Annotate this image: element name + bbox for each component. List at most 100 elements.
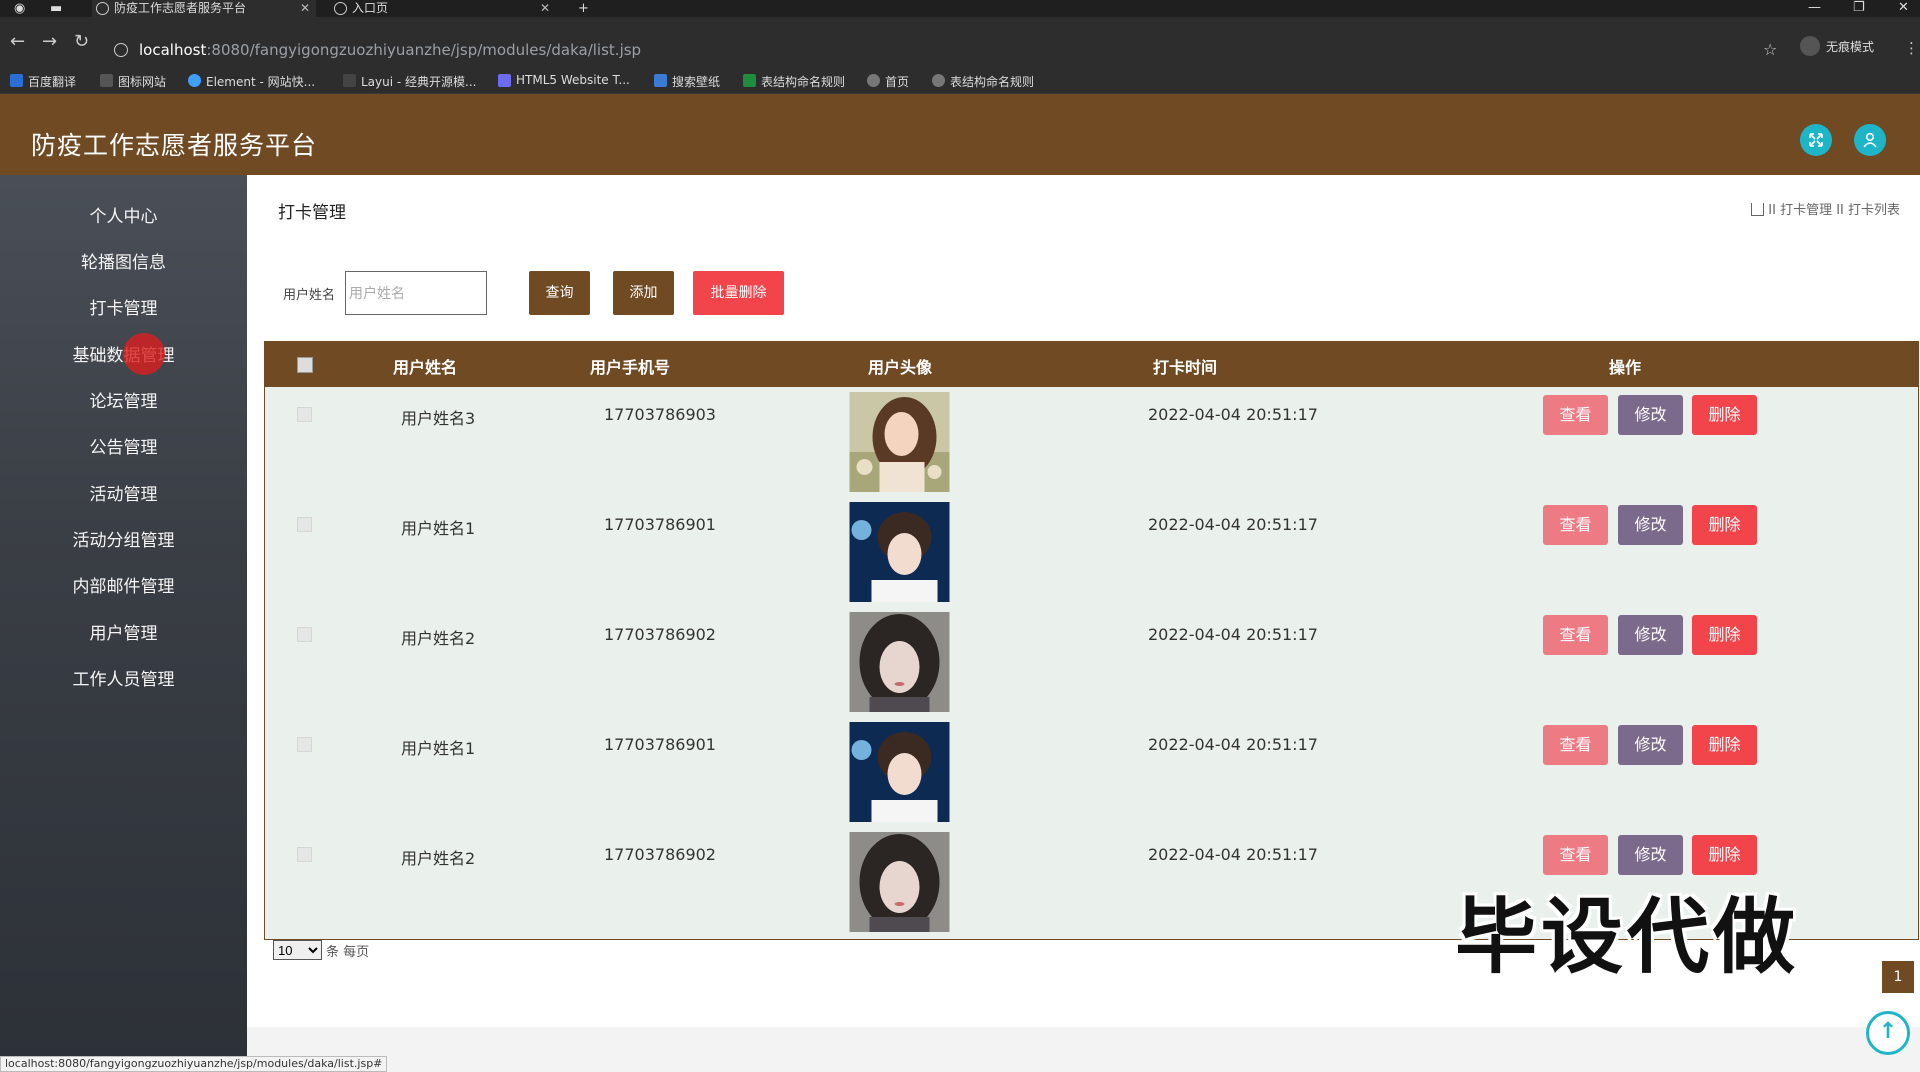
edit-button[interactable]: 修改 (1618, 835, 1683, 875)
row-checkbox[interactable] (297, 517, 312, 532)
search-label: 用户姓名 (283, 288, 336, 303)
browser-tab-active[interactable]: 防疫工作志愿者服务平台 ✕ (92, 0, 316, 17)
username-search-input[interactable] (345, 271, 487, 315)
cell-name: 用户姓名2 (401, 629, 476, 648)
row-checkbox[interactable] (297, 737, 312, 752)
cell-name: 用户姓名1 (401, 519, 476, 538)
bookmark-item[interactable]: 表结构命名规则 (743, 73, 845, 90)
header-time: 打卡时间 (1152, 358, 1217, 377)
reload-icon[interactable]: ↻ (74, 31, 89, 52)
browser-tab-inactive[interactable]: 入口页 ✕ (330, 0, 556, 17)
bookmark-star-icon[interactable]: ☆ (1763, 40, 1777, 59)
row-checkbox[interactable] (297, 627, 312, 642)
back-to-top-button[interactable]: ↑ (1866, 1011, 1910, 1055)
sidebar-item-label: 轮播图信息 (81, 253, 166, 273)
url-field[interactable]: localhost:8080/fangyigongzuozhiyuanzhe/j… (139, 41, 641, 59)
incognito-icon (1800, 36, 1820, 56)
restore-icon[interactable]: ❐ (1853, 0, 1865, 15)
tab-favicon-icon (96, 2, 109, 15)
table-header: 用户姓名 用户手机号 用户头像 打卡时间 操作 (265, 342, 1918, 387)
cell-phone: 17703786902 (604, 845, 716, 864)
watermark-text: 毕设代做 (1455, 890, 1800, 985)
minimize-icon[interactable]: — (1808, 0, 1821, 15)
sidebar-item-label: 工作人员管理 (72, 670, 175, 690)
header-phone: 用户手机号 (589, 358, 670, 377)
browser-more-icon[interactable]: ⋮ (1904, 39, 1919, 57)
sidebar-item-checkin[interactable]: 打卡管理 (0, 289, 247, 329)
bookmark-item[interactable]: 首页 (867, 73, 909, 90)
sidebar-item-activity-group[interactable]: 活动分组管理 (0, 521, 247, 561)
url-path: :8080/fangyigongzuozhiyuanzhe/jsp/module… (206, 41, 642, 59)
sidebar-item-users[interactable]: 用户管理 (0, 614, 247, 654)
page-size-label: 条 每页 (326, 945, 370, 960)
cell-time: 2022-04-04 20:51:17 (1148, 845, 1318, 864)
wallpaper-icon (654, 74, 667, 87)
select-all-checkbox[interactable] (297, 357, 313, 373)
edit-button[interactable]: 修改 (1618, 615, 1683, 655)
view-button[interactable]: 查看 (1543, 725, 1608, 765)
edit-button[interactable]: 修改 (1618, 725, 1683, 765)
bookmark-label: Layui - 经典开源模... (361, 75, 477, 89)
delete-button[interactable]: 删除 (1692, 615, 1757, 655)
delete-button[interactable]: 删除 (1692, 835, 1757, 875)
sidebar-item-personal-center[interactable]: 个人中心 (0, 197, 247, 237)
bookmark-item[interactable]: 图标网站 (100, 73, 166, 90)
view-button[interactable]: 查看 (1543, 505, 1608, 545)
sidebar-item-activity[interactable]: 活动管理 (0, 475, 247, 515)
html5-icon (498, 74, 511, 87)
sidebar-item-forum[interactable]: 论坛管理 (0, 382, 247, 422)
delete-button[interactable]: 删除 (1692, 395, 1757, 435)
site-info-icon[interactable] (114, 43, 128, 57)
sheet-icon (743, 74, 756, 87)
page-number-button[interactable]: 1 (1882, 961, 1914, 993)
bookmark-item[interactable]: Element - 网站快... (188, 73, 315, 90)
browser-menu-icon[interactable]: ◉ (14, 1, 25, 16)
query-button[interactable]: 查询 (529, 271, 590, 315)
bookmark-item[interactable]: Layui - 经典开源模... (343, 73, 476, 90)
expand-icon (1809, 133, 1823, 147)
bookmark-item[interactable]: 搜索壁纸 (654, 73, 720, 90)
bookmark-label: 百度翻译 (28, 75, 77, 89)
back-icon[interactable]: ← (10, 31, 25, 52)
sidebar-item-staff[interactable]: 工作人员管理 (0, 660, 247, 700)
row-checkbox[interactable] (297, 407, 312, 422)
sidebar-item-notice[interactable]: 公告管理 (0, 428, 247, 468)
table-row: 用户姓名1 17703786901 2022-04-04 20:51:17 查看… (265, 717, 1918, 827)
page-size-select[interactable]: 10 (273, 940, 322, 960)
avatar-girl-flowers-icon (849, 392, 950, 492)
fullscreen-toggle-button[interactable] (1800, 124, 1832, 156)
view-button[interactable]: 查看 (1543, 835, 1608, 875)
breadcrumb-text: II 打卡管理 II 打卡列表 (1768, 203, 1900, 218)
sidebar-item-internal-mail[interactable]: 内部邮件管理 (0, 567, 247, 607)
tab-list-icon[interactable]: ▬ (50, 1, 62, 16)
new-tab-icon[interactable]: + (578, 1, 589, 16)
browser-status-bar: localhost:8080/fangyigongzuozhiyuanzhe/j… (0, 1056, 388, 1072)
delete-button[interactable]: 删除 (1692, 505, 1757, 545)
view-button[interactable]: 查看 (1543, 615, 1608, 655)
edit-button[interactable]: 修改 (1618, 395, 1683, 435)
page-title: 打卡管理 (278, 203, 346, 223)
content-footer (247, 1027, 1920, 1072)
bookmark-item[interactable]: 表结构命名规则 (932, 73, 1034, 90)
delete-button[interactable]: 删除 (1692, 725, 1757, 765)
batch-delete-button[interactable]: 批量删除 (693, 271, 784, 315)
close-tab-icon[interactable]: ✕ (300, 0, 310, 17)
close-window-icon[interactable]: ✕ (1898, 0, 1909, 15)
add-button[interactable]: 添加 (613, 271, 674, 315)
incognito-indicator[interactable]: 无痕模式 (1800, 36, 1874, 56)
view-button[interactable]: 查看 (1543, 395, 1608, 435)
url-host: localhost (139, 41, 207, 59)
edit-button[interactable]: 修改 (1618, 505, 1683, 545)
bookmark-item[interactable]: 百度翻译 (10, 73, 76, 90)
home-icon[interactable] (1751, 203, 1765, 216)
row-checkbox[interactable] (297, 847, 312, 862)
browser-tab-bar: ◉ ▬ 防疫工作志愿者服务平台 ✕ 入口页 ✕ + — ❐ ✕ (0, 0, 1920, 17)
mouse-cursor-highlight (123, 333, 165, 375)
bookmark-item[interactable]: HTML5 Website T... (498, 73, 630, 87)
user-menu-button[interactable] (1854, 124, 1886, 156)
avatar-boy-blue-icon (849, 722, 950, 822)
sidebar-item-carousel[interactable]: 轮播图信息 (0, 243, 247, 283)
close-tab-icon[interactable]: ✕ (540, 0, 550, 17)
tab-title: 防疫工作志愿者服务平台 (114, 1, 247, 15)
forward-icon[interactable]: → (42, 31, 57, 52)
